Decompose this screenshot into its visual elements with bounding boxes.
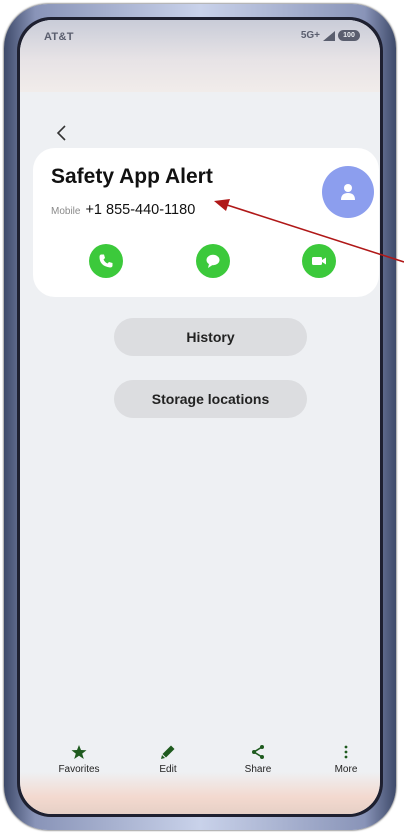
nav-favorites[interactable]: Favorites bbox=[44, 744, 114, 775]
history-button[interactable]: History bbox=[114, 318, 307, 356]
pencil-icon bbox=[161, 745, 175, 759]
bottom-glow bbox=[20, 772, 380, 814]
storage-locations-button[interactable]: Storage locations bbox=[114, 380, 307, 418]
more-vertical-icon bbox=[344, 745, 348, 759]
video-call-icon bbox=[312, 257, 326, 265]
contact-name: Safety App Alert bbox=[51, 165, 213, 188]
carrier-label: AT&T bbox=[44, 31, 74, 43]
number-row[interactable]: Mobile +1 855-440-1180 bbox=[51, 202, 195, 218]
phone-frame: AT&T 5G+ 100 Safety App Alert Mobile +1 … bbox=[4, 4, 396, 830]
nav-more[interactable]: More bbox=[311, 744, 380, 775]
screen: AT&T 5G+ 100 Safety App Alert Mobile +1 … bbox=[20, 20, 380, 814]
person-icon bbox=[341, 184, 355, 200]
phone-bezel: AT&T 5G+ 100 Safety App Alert Mobile +1 … bbox=[17, 17, 383, 817]
contact-card: Safety App Alert Mobile +1 855-440-1180 bbox=[33, 148, 379, 297]
status-bar: AT&T 5G+ 100 bbox=[20, 20, 380, 92]
call-button[interactable] bbox=[89, 244, 123, 278]
network-label: 5G+ bbox=[300, 30, 320, 41]
nav-share[interactable]: Share bbox=[223, 744, 293, 775]
status-icons: 5G+ 100 bbox=[301, 30, 360, 41]
star-icon bbox=[71, 745, 87, 759]
message-button[interactable] bbox=[196, 244, 230, 278]
nav-edit[interactable]: Edit bbox=[133, 744, 203, 775]
message-icon bbox=[206, 254, 220, 268]
battery-icon: 100 bbox=[338, 30, 360, 41]
avatar[interactable] bbox=[322, 166, 374, 218]
chevron-left-icon bbox=[56, 125, 66, 141]
phone-icon bbox=[99, 254, 113, 268]
share-icon bbox=[252, 745, 264, 759]
video-call-button[interactable] bbox=[302, 244, 336, 278]
signal-icon bbox=[323, 30, 335, 41]
back-button[interactable] bbox=[48, 120, 74, 146]
phone-number[interactable]: +1 855-440-1180 bbox=[85, 202, 195, 218]
number-type-label: Mobile bbox=[51, 206, 81, 217]
